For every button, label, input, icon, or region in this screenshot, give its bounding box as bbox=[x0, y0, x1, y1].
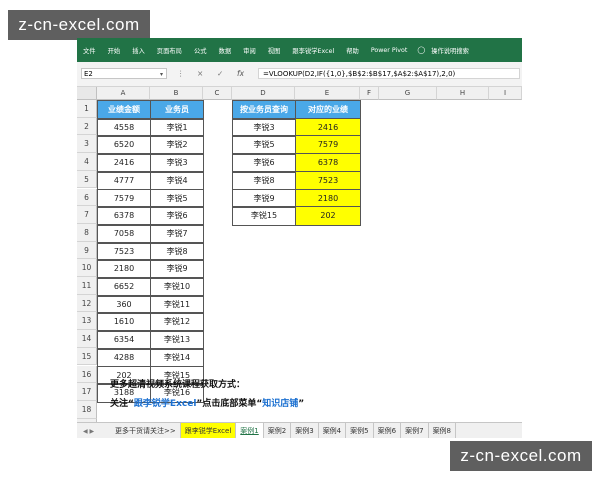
row-header[interactable]: 1 bbox=[77, 100, 97, 118]
row-header[interactable]: 4 bbox=[77, 153, 97, 171]
sheet-tab-case3[interactable]: 案例3 bbox=[291, 423, 319, 438]
column-header-a[interactable]: A bbox=[97, 87, 150, 100]
sheet-tab-case7[interactable]: 案例7 bbox=[401, 423, 429, 438]
sheet-tab-more[interactable]: 更多干货请关注>> bbox=[111, 423, 181, 438]
watermark-bottom: z-cn-excel.com bbox=[450, 441, 592, 471]
row-header[interactable]: 14 bbox=[77, 330, 97, 348]
tab-home[interactable]: 开始 bbox=[102, 46, 127, 55]
row-header[interactable]: 10 bbox=[77, 259, 97, 277]
sheet-tab-channel[interactable]: 跟李锐学Excel bbox=[180, 423, 237, 438]
watermark-top: z-cn-excel.com bbox=[8, 10, 150, 40]
row-header[interactable]: 12 bbox=[77, 294, 97, 313]
tab-page-layout[interactable]: 页面布局 bbox=[151, 46, 188, 55]
tab-power-pivot[interactable]: Power Pivot bbox=[365, 47, 414, 54]
row-header[interactable]: 5 bbox=[77, 170, 97, 189]
tab-formulas[interactable]: 公式 bbox=[188, 46, 213, 55]
row-header[interactable]: 7 bbox=[77, 206, 97, 224]
table2-cell-result[interactable]: 202 bbox=[295, 206, 361, 226]
note-text: 关注“ bbox=[110, 399, 134, 409]
insert-function-icon[interactable]: fx bbox=[237, 68, 244, 79]
ribbon-tabs: 文件 开始 插入 页面布局 公式 数据 审阅 视图 跟李锐学Excel 帮助 P… bbox=[77, 38, 522, 62]
column-header-c[interactable]: C bbox=[203, 87, 232, 100]
cancel-icon[interactable]: × bbox=[197, 68, 203, 79]
row-header[interactable]: 2 bbox=[77, 117, 97, 136]
table2-cell-query[interactable]: 李锐15 bbox=[232, 206, 296, 226]
name-box-value: E2 bbox=[84, 70, 93, 78]
sheet-tab-case5[interactable]: 案例5 bbox=[346, 423, 374, 438]
row-header[interactable]: 18 bbox=[77, 400, 97, 419]
tab-help[interactable]: 帮助 bbox=[340, 46, 365, 55]
column-header-i[interactable]: I bbox=[489, 87, 522, 100]
sheet-tab-case2[interactable]: 案例2 bbox=[264, 423, 292, 438]
note-line-1: 更多超清视频系统课程获取方式： bbox=[110, 380, 246, 390]
note-text: ” bbox=[298, 399, 305, 409]
column-header-h[interactable]: H bbox=[437, 87, 489, 100]
sheet-tab-case4[interactable]: 案例4 bbox=[319, 423, 347, 438]
enter-icon[interactable]: ✓ bbox=[217, 68, 223, 79]
sheet-tab-case1[interactable]: 案例1 bbox=[236, 423, 264, 438]
column-header-f[interactable]: F bbox=[360, 87, 379, 100]
row-header[interactable]: 13 bbox=[77, 312, 97, 331]
tab-review[interactable]: 审阅 bbox=[237, 46, 262, 55]
column-header-b[interactable]: B bbox=[150, 87, 203, 100]
column-header-d[interactable]: D bbox=[232, 87, 295, 100]
formula-input[interactable]: =VLOOKUP(D2,IF({1,0},$B$2:$B$17,$A$2:$A$… bbox=[258, 68, 520, 79]
lightbulb-icon: ◯ bbox=[417, 46, 426, 54]
note-line-2: 关注“跟李锐学Excel”点击底部菜单“知识店铺” bbox=[110, 396, 304, 409]
row-header[interactable]: 6 bbox=[77, 188, 97, 207]
tab-custom[interactable]: 跟李锐学Excel bbox=[286, 46, 340, 55]
column-header-e[interactable]: E bbox=[295, 87, 360, 100]
worksheet-grid[interactable]: ABCDEFGHI1234567891011121314151617181920… bbox=[77, 87, 522, 438]
tab-view[interactable]: 视图 bbox=[262, 46, 287, 55]
column-header-g[interactable]: G bbox=[379, 87, 437, 100]
note-text: ”点击底部菜单“ bbox=[196, 399, 263, 409]
tell-me-search[interactable]: 操作说明搜索 bbox=[425, 46, 475, 55]
row-header[interactable]: 16 bbox=[77, 365, 97, 384]
note-highlight: 跟李锐学Excel bbox=[133, 399, 197, 409]
sheet-tab-case6[interactable]: 案例6 bbox=[374, 423, 402, 438]
note-highlight: 知识店铺 bbox=[262, 399, 299, 409]
tab-insert[interactable]: 插入 bbox=[126, 46, 151, 55]
row-header[interactable]: 15 bbox=[77, 347, 97, 366]
row-header[interactable]: 3 bbox=[77, 135, 97, 154]
row-header[interactable]: 9 bbox=[77, 241, 97, 260]
formula-bar: E2 ▾ ⋮ × ✓ fx =VLOOKUP(D2,IF({1,0},$B$2:… bbox=[77, 62, 522, 87]
sheet-nav-arrows-icon[interactable]: ◀ ▶ bbox=[77, 428, 111, 435]
sheet-tab-case8[interactable]: 案例8 bbox=[429, 423, 457, 438]
excel-window: 文件 开始 插入 页面布局 公式 数据 审阅 视图 跟李锐学Excel 帮助 P… bbox=[77, 38, 522, 438]
row-header[interactable]: 17 bbox=[77, 383, 97, 401]
row-header[interactable]: 8 bbox=[77, 223, 97, 242]
more-icon: ⋮ bbox=[177, 69, 185, 78]
chevron-down-icon[interactable]: ▾ bbox=[160, 69, 163, 80]
name-box[interactable]: E2 ▾ bbox=[81, 68, 167, 79]
sheet-tabs-bar: ◀ ▶ 更多干货请关注>> 跟李锐学Excel 案例1 案例2 案例3 案例4 … bbox=[77, 422, 522, 438]
select-all-corner[interactable] bbox=[77, 87, 97, 100]
tab-data[interactable]: 数据 bbox=[213, 46, 238, 55]
tab-file[interactable]: 文件 bbox=[77, 46, 102, 55]
row-header[interactable]: 11 bbox=[77, 277, 97, 295]
